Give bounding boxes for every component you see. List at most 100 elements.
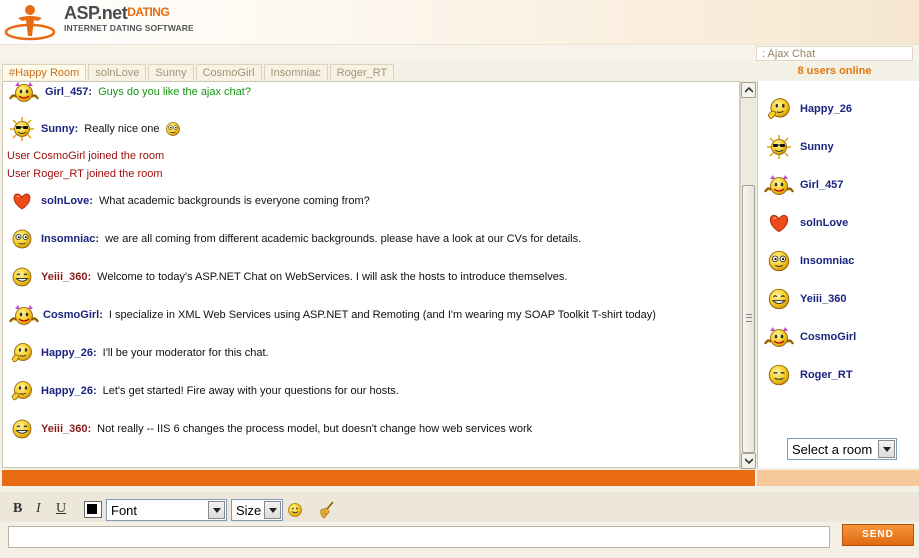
sleepy-smiley-icon: [762, 362, 796, 388]
user-list-item[interactable]: Sunny: [762, 134, 834, 160]
girl-smiley-icon: [7, 302, 41, 328]
message-text: we are all coming from different academi…: [105, 233, 582, 245]
user-list: Happy_26 Sunny Girl_457 solnLove Insomni…: [757, 81, 919, 468]
user-list-item[interactable]: Yeiii_360: [762, 286, 847, 312]
chevron-down-icon: [744, 458, 753, 464]
font-select-value: Font: [111, 503, 138, 518]
logo-subtitle: INTERNET DATING SOFTWARE: [64, 23, 194, 33]
emoticon-icon[interactable]: [287, 502, 303, 518]
user-list-item[interactable]: Insomniac: [762, 248, 854, 274]
online-count: 8 users online: [797, 65, 872, 77]
message-text: What academic backgrounds is everyone co…: [98, 195, 370, 207]
user-name: Happy_26: [800, 103, 852, 115]
tab-solnlove[interactable]: solnLove: [88, 64, 147, 80]
user-list-item[interactable]: solnLove: [762, 210, 848, 236]
thinking-smiley-icon: [7, 341, 37, 365]
message-row: Insomniac: we are all coming from differ…: [7, 227, 581, 251]
message-row: Girl_457: Guys do you like the ajax chat…: [7, 81, 251, 105]
system-message: User CosmoGirl joined the room: [7, 150, 165, 162]
heart-icon: [7, 189, 37, 213]
scroll-down-button[interactable]: [741, 453, 756, 469]
user-name: CosmoGirl: [800, 331, 857, 343]
divider-bar-right: [757, 470, 919, 486]
message-text: Not really -- IIS 6 changes the process …: [97, 423, 533, 435]
user-name: solnLove: [800, 217, 849, 229]
message-row: CosmoGirl: I specialize in XML Web Servi…: [7, 302, 656, 328]
message-user[interactable]: Sunny:: [41, 123, 78, 135]
chevron-down-icon: [212, 508, 221, 513]
message-row: Sunny: Really nice one: [7, 116, 184, 142]
tab-sunny[interactable]: Sunny: [148, 64, 194, 80]
girl-smiley-icon: [762, 324, 796, 350]
user-list-item[interactable]: Happy_26: [762, 96, 852, 122]
user-list-item[interactable]: Girl_457: [762, 172, 843, 198]
wide-eyed-smiley-icon: [7, 227, 37, 251]
tab-cosmogirl[interactable]: CosmoGirl: [195, 64, 262, 80]
girl-smiley-icon: [762, 172, 796, 198]
underline-button[interactable]: U: [56, 501, 66, 517]
user-name: Sunny: [800, 141, 834, 153]
message-row: solnLove: What academic backgrounds is e…: [7, 189, 370, 213]
clear-broom-icon[interactable]: [318, 501, 336, 519]
font-select-dropdown-button[interactable]: [208, 501, 225, 519]
message-row: Happy_26: Let's get started! Fire away w…: [7, 379, 399, 403]
tab-insomniac[interactable]: Insomniac: [263, 64, 328, 80]
size-select[interactable]: Size: [231, 499, 283, 521]
worried-smiley-icon: [162, 119, 184, 139]
wide-eyed-smiley-icon: [762, 248, 796, 274]
message-text: I'll be your moderator for this chat.: [102, 347, 269, 359]
grin-smiley-icon: [7, 417, 37, 441]
logo-main-text: ASP.net: [64, 3, 128, 23]
message-text: Guys do you like the ajax chat?: [98, 86, 251, 98]
user-name: Insomniac: [800, 255, 855, 267]
message-user[interactable]: CosmoGirl:: [43, 309, 103, 321]
message-user[interactable]: Yeiii_360:: [41, 423, 91, 435]
room-tabs: #Happy Room solnLove Sunny CosmoGirl Ins…: [2, 64, 396, 81]
send-button[interactable]: SEND: [842, 524, 914, 546]
bold-button[interactable]: B: [13, 501, 22, 517]
message-input[interactable]: [8, 526, 830, 548]
tab-happy-room[interactable]: #Happy Room: [2, 64, 87, 80]
message-text: I specialize in XML Web Services using A…: [108, 309, 656, 321]
grip-icon: [746, 314, 752, 322]
room-select-value: Select a room: [792, 442, 873, 457]
message-text: Really nice one: [84, 123, 160, 135]
size-select-dropdown-button[interactable]: [264, 501, 281, 519]
message-text: Welcome to today's ASP.NET Chat on WebSe…: [97, 271, 568, 283]
user-name: Yeiii_360: [800, 293, 847, 305]
italic-button[interactable]: I: [36, 501, 41, 517]
grin-smiley-icon: [762, 286, 796, 312]
user-name: Roger_RT: [800, 369, 853, 381]
size-select-value: Size: [236, 503, 262, 518]
message-user[interactable]: Yeiii_360:: [41, 271, 91, 283]
grin-smiley-icon: [7, 265, 37, 289]
message-row: Happy_26: I'll be your moderator for thi…: [7, 341, 269, 365]
sunglasses-sun-icon: [762, 134, 796, 160]
message-scrollbar[interactable]: [740, 81, 756, 470]
message-row: Yeiii_360: Not really -- IIS 6 changes t…: [7, 417, 532, 441]
thinking-smiley-icon: [762, 96, 796, 122]
logo[interactable]: ASP.netDATING INTERNET DATING SOFTWARE: [64, 2, 194, 33]
chevron-up-icon: [744, 87, 753, 93]
user-list-item[interactable]: Roger_RT: [762, 362, 853, 388]
chevron-down-icon: [268, 508, 277, 513]
scroll-thumb[interactable]: [742, 185, 755, 453]
message-user[interactable]: Insomniac:: [41, 233, 99, 245]
tab-roger-rt[interactable]: Roger_RT: [329, 64, 395, 80]
message-user[interactable]: Happy_26:: [41, 347, 97, 359]
message-user[interactable]: Girl_457:: [45, 86, 92, 98]
user-list-item[interactable]: CosmoGirl: [762, 324, 856, 350]
text-color-button[interactable]: [84, 501, 102, 518]
logo-highlight-text: DATING: [127, 5, 170, 19]
room-select-dropdown-button[interactable]: [878, 440, 895, 458]
room-select[interactable]: Select a room: [787, 438, 897, 460]
message-user[interactable]: solnLove:: [41, 195, 93, 207]
heart-icon: [762, 210, 796, 236]
chevron-down-icon: [882, 447, 891, 452]
message-user[interactable]: Happy_26:: [41, 385, 97, 397]
font-select[interactable]: Font: [106, 499, 227, 521]
scroll-up-button[interactable]: [741, 82, 756, 98]
logo-figure-icon: [4, 5, 56, 41]
girl-smiley-icon: [7, 81, 41, 105]
message-pane: Girl_457: Guys do you like the ajax chat…: [2, 81, 740, 468]
